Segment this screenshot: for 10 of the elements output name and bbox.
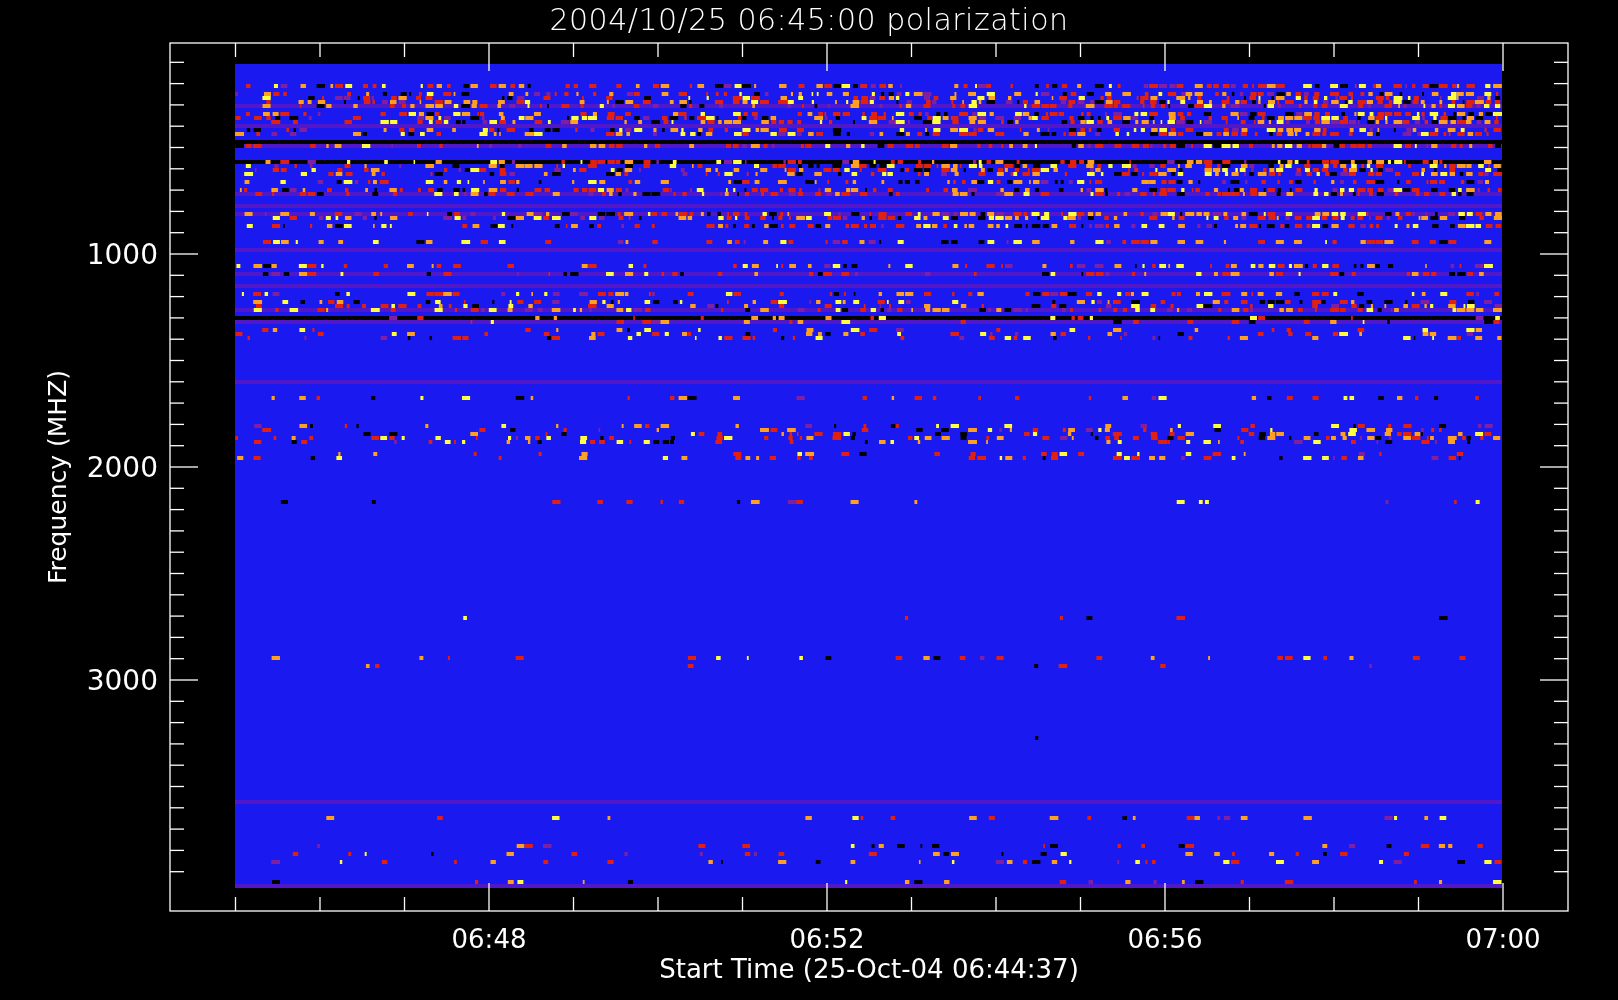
chart-title: 2004/10/25 06:45:00 polarization — [549, 1, 1069, 39]
y-tick-label: 1000 — [86, 238, 158, 271]
x-tick-label: 06:56 — [1127, 924, 1203, 954]
y-axis-label: Frequency (MHZ) — [43, 369, 72, 585]
x-axis-label: Start Time (25-Oct-04 06:44:37) — [659, 954, 1079, 984]
x-tick-label: 06:48 — [451, 924, 527, 954]
y-tick-label: 2000 — [86, 451, 158, 484]
x-tick-label: 07:00 — [1465, 924, 1541, 954]
x-tick-label: 06:52 — [789, 924, 865, 954]
y-tick-label: 3000 — [86, 664, 158, 697]
